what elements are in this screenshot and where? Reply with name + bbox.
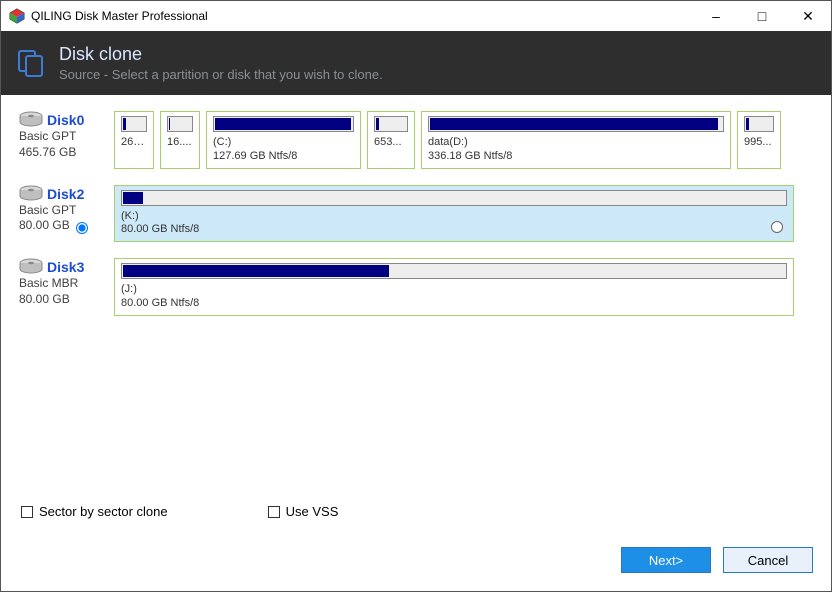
sector-clone-checkbox[interactable]: Sector by sector clone bbox=[21, 504, 168, 519]
partition[interactable]: 653... bbox=[367, 111, 415, 169]
disk-type: Basic MBR bbox=[19, 276, 108, 292]
partition-radio[interactable] bbox=[771, 221, 783, 233]
usage-bar bbox=[121, 190, 787, 206]
disk-type: Basic GPT bbox=[19, 203, 108, 219]
cancel-button[interactable]: Cancel bbox=[723, 547, 813, 573]
usage-bar bbox=[121, 116, 147, 132]
partition-size: 127.69 GB Ntfs/8 bbox=[213, 150, 354, 164]
partition-size: 16.... bbox=[167, 136, 193, 150]
usage-bar bbox=[744, 116, 774, 132]
disk-type: Basic GPT bbox=[19, 129, 108, 145]
disk-name: Disk2 bbox=[47, 186, 84, 202]
partitions: (K:) 80.00 GB Ntfs/8 bbox=[114, 185, 813, 243]
partitions: 260... 16.... (C:) 127.69 GB Ntfs/8 653.… bbox=[114, 111, 813, 169]
disk-row[interactable]: Disk2 Basic GPT 80.00 GB (K:) 80.00 GB N… bbox=[19, 185, 813, 243]
use-vss-label: Use VSS bbox=[286, 504, 339, 519]
usage-bar bbox=[374, 116, 408, 132]
disk-name: Disk0 bbox=[47, 112, 84, 128]
sector-clone-label: Sector by sector clone bbox=[39, 504, 168, 519]
partition[interactable]: (C:) 127.69 GB Ntfs/8 bbox=[206, 111, 361, 169]
disk-info: Disk0 Basic GPT 465.76 GB bbox=[19, 111, 114, 169]
disk-size: 80.00 GB bbox=[19, 218, 70, 234]
partition[interactable]: (J:) 80.00 GB Ntfs/8 bbox=[114, 258, 794, 316]
disk-info: Disk2 Basic GPT 80.00 GB bbox=[19, 185, 114, 243]
disk-row[interactable]: Disk3 Basic MBR 80.00 GB (J:) 80.00 GB N… bbox=[19, 258, 813, 316]
disk-info: Disk3 Basic MBR 80.00 GB bbox=[19, 258, 114, 316]
usage-bar bbox=[213, 116, 354, 132]
partition-size: 995... bbox=[744, 136, 774, 150]
page-subtitle: Source - Select a partition or disk that… bbox=[59, 67, 383, 82]
titlebar: QILING Disk Master Professional – □ ✕ bbox=[1, 1, 831, 31]
footer: Next> Cancel bbox=[1, 537, 831, 591]
app-title: QILING Disk Master Professional bbox=[31, 9, 693, 23]
checkbox-icon bbox=[21, 506, 33, 518]
partition-size: 80.00 GB Ntfs/8 bbox=[121, 223, 787, 237]
app-icon bbox=[9, 8, 25, 24]
partition-size: 80.00 GB Ntfs/8 bbox=[121, 297, 787, 311]
wizard-header: Disk clone Source - Select a partition o… bbox=[1, 31, 831, 95]
disk-size: 80.00 GB bbox=[19, 292, 70, 308]
partition[interactable]: 995... bbox=[737, 111, 781, 169]
partition-size: 260... bbox=[121, 136, 147, 150]
partition[interactable]: data(D:) 336.18 GB Ntfs/8 bbox=[421, 111, 731, 169]
maximize-button[interactable]: □ bbox=[739, 1, 785, 31]
next-button[interactable]: Next> bbox=[621, 547, 711, 573]
usage-bar bbox=[428, 116, 724, 132]
disk-size: 465.76 GB bbox=[19, 145, 76, 161]
window: QILING Disk Master Professional – □ ✕ Di… bbox=[0, 0, 832, 592]
usage-bar bbox=[167, 116, 193, 132]
partition[interactable]: 16.... bbox=[160, 111, 200, 169]
checkbox-icon bbox=[268, 506, 280, 518]
use-vss-checkbox[interactable]: Use VSS bbox=[268, 504, 339, 519]
partitions: (J:) 80.00 GB Ntfs/8 bbox=[114, 258, 813, 316]
disk-radio[interactable] bbox=[76, 222, 88, 234]
options-row: Sector by sector clone Use VSS bbox=[1, 494, 831, 537]
partition[interactable]: 260... bbox=[114, 111, 154, 169]
partition-label: data(D:) bbox=[428, 136, 724, 150]
disk-list: Disk0 Basic GPT 465.76 GB 260... 16.... … bbox=[1, 95, 831, 494]
partition-label: (J:) bbox=[121, 283, 787, 297]
partition-label: (K:) bbox=[121, 210, 787, 224]
disk-name: Disk3 bbox=[47, 259, 84, 275]
disk-row[interactable]: Disk0 Basic GPT 465.76 GB 260... 16.... … bbox=[19, 111, 813, 169]
clone-icon bbox=[17, 49, 45, 77]
partition-label: (C:) bbox=[213, 136, 354, 150]
minimize-button[interactable]: – bbox=[693, 1, 739, 31]
partition-size: 336.18 GB Ntfs/8 bbox=[428, 150, 724, 164]
partition[interactable]: (K:) 80.00 GB Ntfs/8 bbox=[114, 185, 794, 243]
usage-bar bbox=[121, 263, 787, 279]
close-button[interactable]: ✕ bbox=[785, 1, 831, 31]
page-title: Disk clone bbox=[59, 44, 383, 65]
partition-size: 653... bbox=[374, 136, 408, 150]
